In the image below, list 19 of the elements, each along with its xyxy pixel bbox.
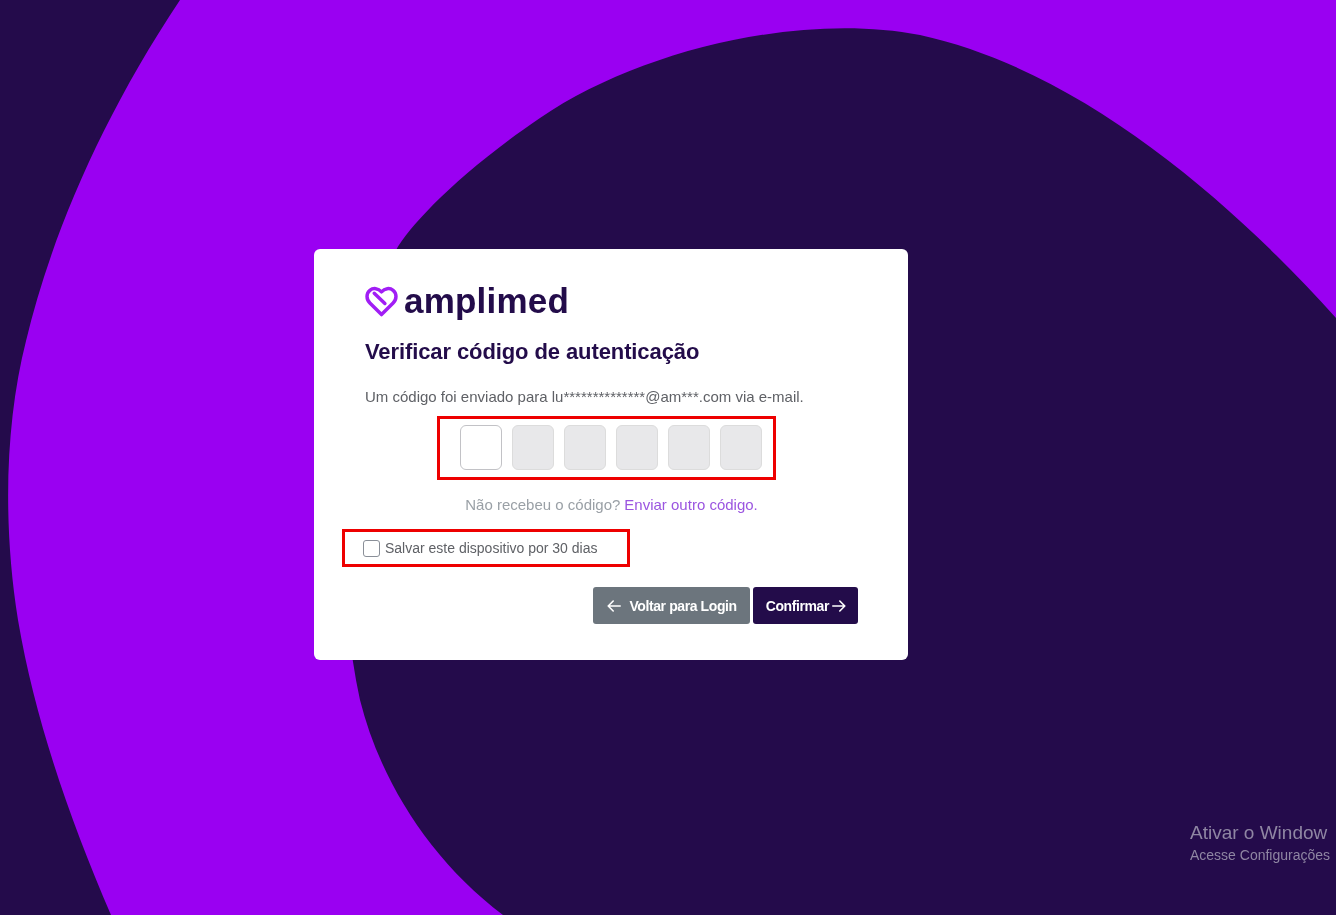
checkbox[interactable] xyxy=(363,539,380,557)
code-input-field[interactable] xyxy=(668,425,710,470)
code-input-field[interactable] xyxy=(720,425,762,470)
resend-prompt: Não recebeu o código? xyxy=(465,495,621,515)
left-arrow-icon xyxy=(607,599,622,612)
code-input-field[interactable] xyxy=(616,425,658,470)
page-title: Verificar código de autenticação xyxy=(365,338,700,366)
activation-title: Ativar o Window xyxy=(1190,821,1329,845)
code-input-field[interactable] xyxy=(564,425,606,470)
activation-subtitle: Acesse Configurações xyxy=(1190,846,1331,864)
back-button[interactable]: Voltar para Login xyxy=(593,587,750,624)
checkbox-label: Salvar este dispositivo por 30 dias xyxy=(385,539,598,557)
code-input-field[interactable] xyxy=(460,425,502,470)
heart-logo-icon xyxy=(365,285,398,317)
confirm-button[interactable]: Confirmar xyxy=(752,587,858,624)
resend-link[interactable]: Enviar outro código. xyxy=(624,494,758,516)
info-message: Um código foi enviado para lu**************@am***.com via e-mail. xyxy=(365,387,804,407)
right-arrow-icon xyxy=(832,599,846,612)
code-input-field[interactable] xyxy=(512,425,554,470)
